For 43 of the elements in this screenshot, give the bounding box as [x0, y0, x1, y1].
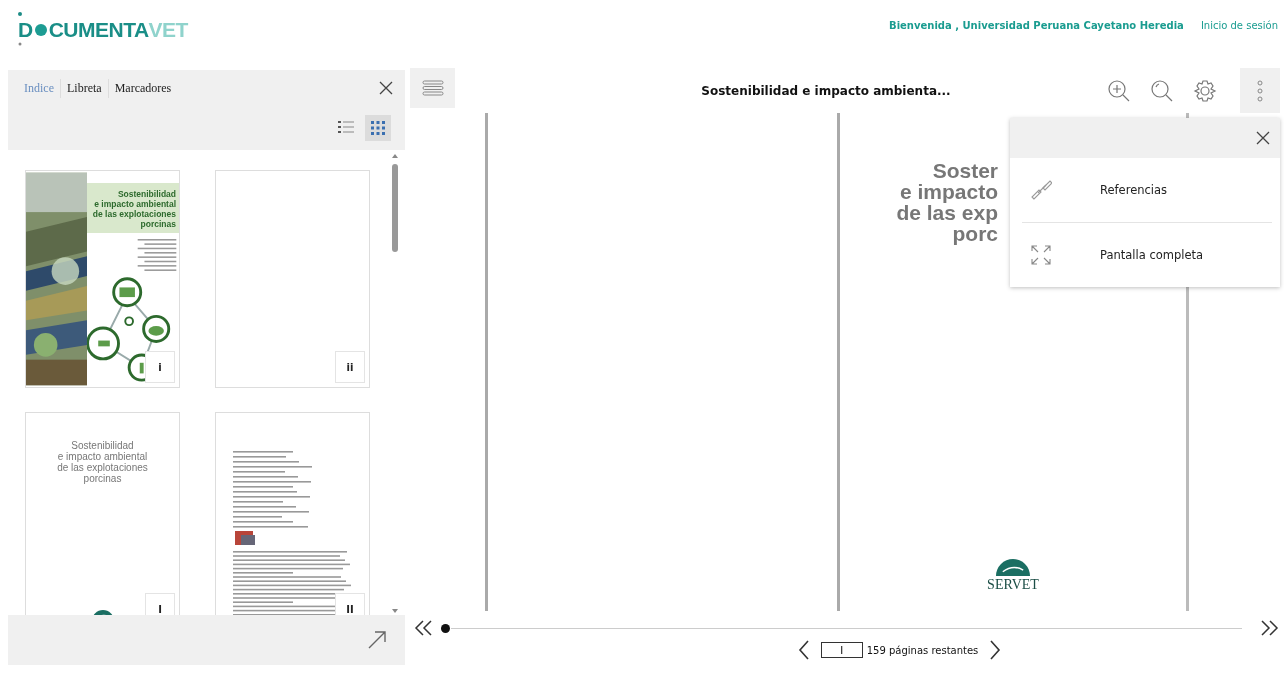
sidebar-toggle-button[interactable] [410, 68, 455, 108]
previous-page-icon[interactable] [796, 639, 811, 661]
page-thumbnail[interactable]: Sostenibilidad e impacto ambiental de las explotaciones porcinas I [25, 412, 180, 615]
grid-icon [369, 119, 387, 137]
first-page-icon[interactable] [413, 618, 435, 638]
page-title: Sostenibilidad e impacto ambiental de las explotaciones porcinas [87, 183, 179, 233]
link-icon [1030, 179, 1052, 201]
zoom-in-icon[interactable] [1107, 78, 1131, 103]
page-number: II [335, 593, 365, 615]
page-thumbnail[interactable]: Sostenibilidad e impacto ambiental de las explotaciones porcinas i [25, 170, 180, 388]
tab[interactable]: Libreta [61, 78, 109, 98]
page-number: ii [335, 351, 365, 383]
search-icon[interactable] [1150, 78, 1174, 103]
fullscreen-icon [1030, 244, 1052, 266]
emblem-icon [996, 559, 1030, 576]
close-icon[interactable] [1254, 129, 1272, 147]
last-page-icon[interactable] [1258, 618, 1280, 638]
close-icon[interactable] [377, 79, 395, 97]
page-title: Sostenibilidad e impacto ambiental de las explotaciones porcinas [56, 440, 149, 484]
more-icon [1256, 78, 1264, 103]
next-page-icon[interactable] [988, 639, 1003, 661]
publisher-name: SERVET [987, 577, 1039, 593]
page-title: Soster e impacto de las exp porc [896, 160, 998, 244]
menu-item[interactable]: Referencias [1022, 158, 1272, 223]
author-lines-drawing [137, 239, 177, 272]
document-title: Sostenibilidad e impacto ambienta... [700, 83, 952, 98]
welcome-text: Bienvenida , Universidad Peruana Cayetano Heredia [889, 20, 1184, 31]
page-number-field[interactable]: I [820, 642, 863, 658]
pages-remaining-text: 159 páginas restantes [866, 644, 979, 656]
menu-item[interactable]: Pantalla completa [1022, 223, 1272, 287]
page-thumbnail[interactable]: ii [215, 170, 370, 388]
slider-thumb[interactable] [441, 623, 450, 633]
page-number: I [145, 593, 175, 615]
settings-icon[interactable] [1193, 78, 1217, 103]
menu-lines-icon [421, 80, 444, 96]
grid-view-button[interactable] [365, 115, 391, 141]
scrollbar[interactable] [390, 152, 400, 615]
page-thumbnail[interactable]: II [215, 412, 370, 615]
logo[interactable]: D CUMENTAVET [16, 8, 188, 52]
page-number: i [145, 351, 175, 383]
login-link[interactable]: Inicio de sesión [1200, 20, 1278, 31]
expand-arrow-icon[interactable] [367, 630, 387, 650]
tab[interactable]: Marcadores [108, 78, 178, 98]
